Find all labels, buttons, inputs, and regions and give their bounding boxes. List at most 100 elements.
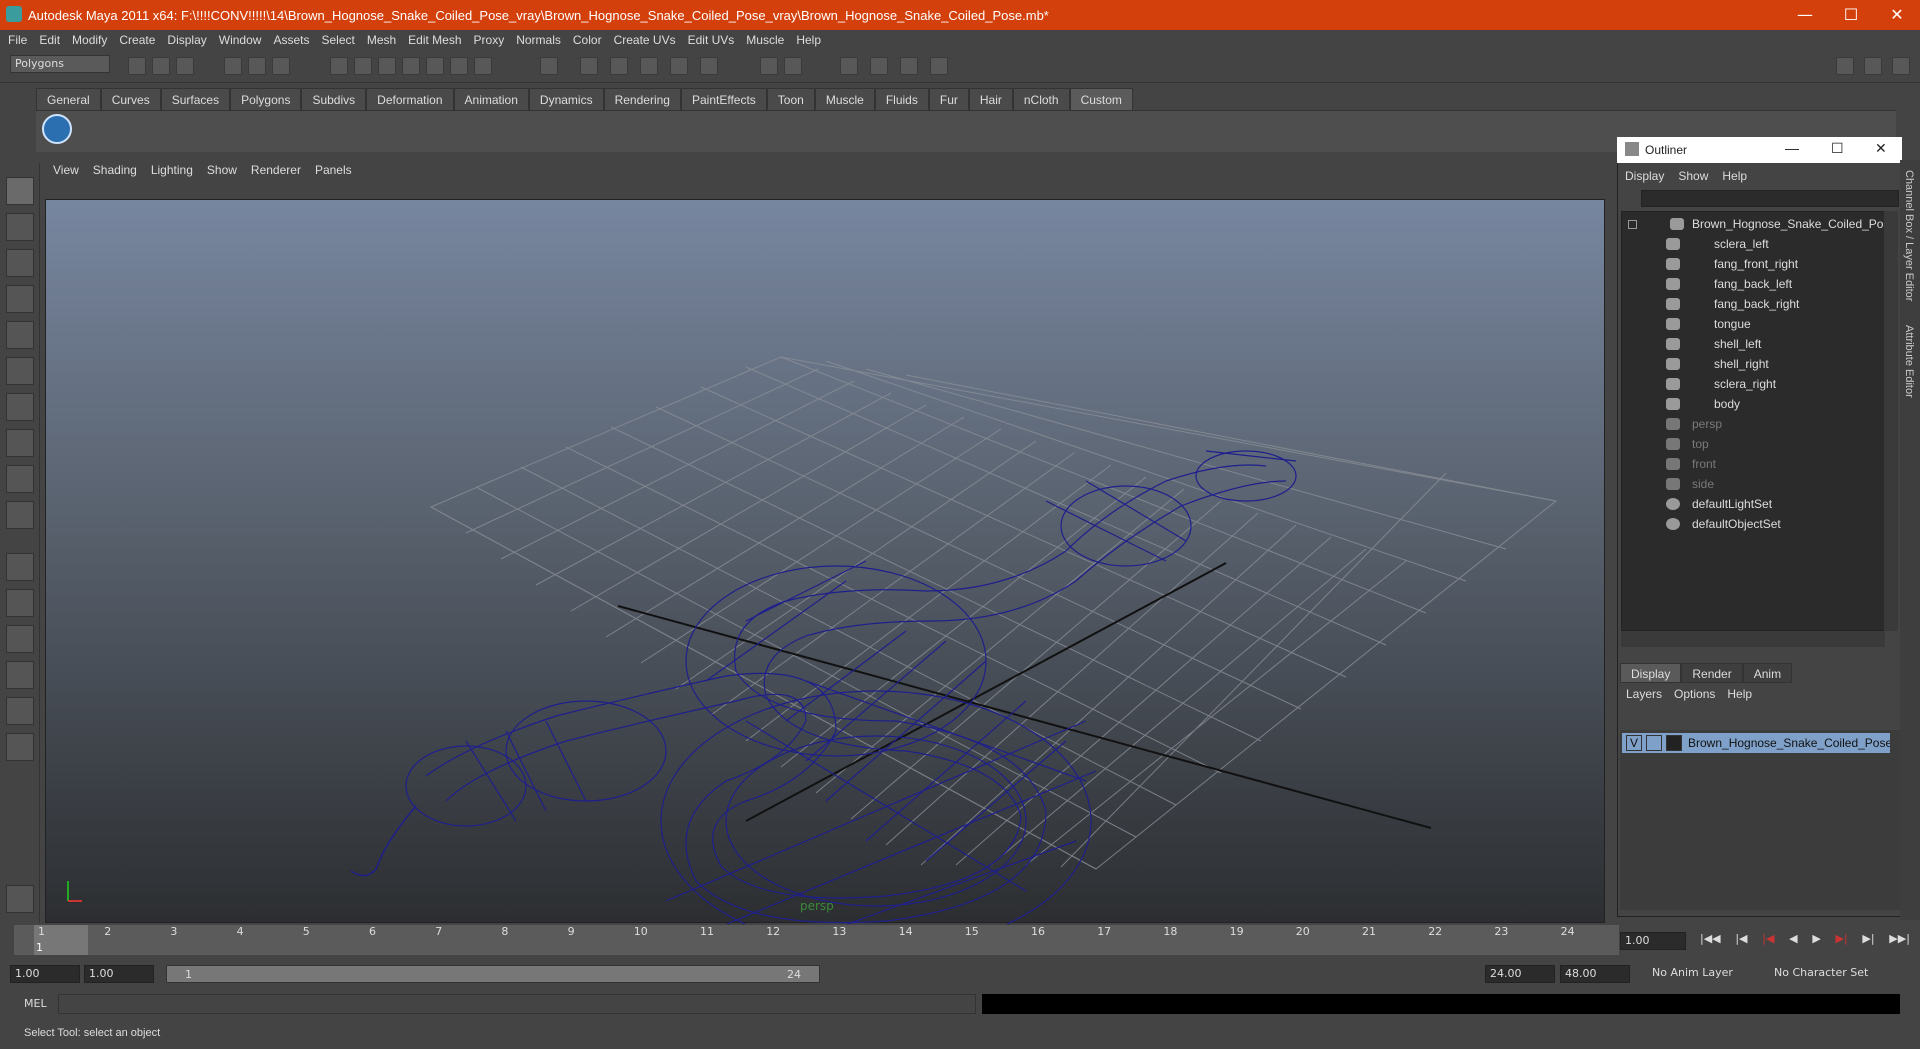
snap-curve-icon[interactable] [354, 57, 372, 75]
menu-edit[interactable]: Edit [39, 33, 60, 47]
channel-box-toggle-icon[interactable] [1836, 57, 1854, 75]
persp-outliner-layout-icon[interactable] [6, 625, 34, 653]
side-tab-attribute-editor[interactable]: Attribute Editor [1903, 325, 1915, 398]
snap-grid-icon[interactable] [330, 57, 348, 75]
outliner-vertical-scrollbar[interactable] [1884, 211, 1898, 631]
outliner-item[interactable]: defaultObjectSet [1622, 514, 1884, 534]
outliner-menu-help[interactable]: Help [1722, 169, 1747, 183]
mode-selector[interactable]: Polygons [10, 55, 110, 73]
layer-visibility-toggle[interactable]: V [1626, 735, 1642, 751]
outliner-minimize-button[interactable]: — [1785, 140, 1799, 156]
vp-menu-lighting[interactable]: Lighting [151, 163, 193, 177]
attribute-editor-toggle-icon[interactable] [1864, 57, 1882, 75]
outliner-item[interactable]: side [1622, 474, 1884, 494]
play-back-icon[interactable]: ◀ [1789, 932, 1797, 950]
new-scene-icon[interactable] [128, 57, 146, 75]
light-icon[interactable] [784, 57, 802, 75]
shelf-tab-ncloth[interactable]: nCloth [1012, 88, 1070, 110]
end-playback-field[interactable]: 24.00 [1485, 965, 1555, 983]
outliner-item[interactable]: shell_left [1622, 334, 1884, 354]
menu-normals[interactable]: Normals [516, 33, 561, 47]
outliner-item[interactable]: fang_back_left [1622, 274, 1884, 294]
select-component-icon[interactable] [272, 57, 290, 75]
menu-assets[interactable]: Assets [273, 33, 309, 47]
shelf-tab-fluids[interactable]: Fluids [874, 88, 929, 110]
four-pane-layout-icon[interactable] [6, 589, 34, 617]
single-pane-layout-icon[interactable] [6, 553, 34, 581]
shelf-tab-dynamics[interactable]: Dynamics [528, 88, 604, 110]
menu-file[interactable]: File [8, 33, 27, 47]
menu-create[interactable]: Create [119, 33, 155, 47]
step-forward-key-icon[interactable]: ▶| [1836, 932, 1848, 950]
layer-menu-options[interactable]: Options [1674, 687, 1715, 701]
history-icon[interactable] [450, 57, 468, 75]
select-object-icon[interactable] [248, 57, 266, 75]
outliner-menu-display[interactable]: Display [1625, 169, 1664, 183]
layout-options-icon[interactable] [6, 733, 34, 761]
show-manipulator-icon[interactable] [6, 465, 34, 493]
shelf-tab-toon[interactable]: Toon [766, 88, 815, 110]
vp-menu-panels[interactable]: Panels [315, 163, 352, 177]
menu-edit-uvs[interactable]: Edit UVs [688, 33, 735, 47]
menu-help[interactable]: Help [796, 33, 821, 47]
outliner-item[interactable]: shell_right [1622, 354, 1884, 374]
layer-color-swatch[interactable] [1666, 735, 1682, 751]
outliner-close-button[interactable]: ✕ [1875, 140, 1887, 157]
hypershade-icon[interactable] [700, 57, 718, 75]
outliner-item[interactable]: fang_back_right [1622, 294, 1884, 314]
shelf-tab-curves[interactable]: Curves [100, 88, 161, 110]
menu-create-uvs[interactable]: Create UVs [614, 33, 676, 47]
menu-display[interactable]: Display [167, 33, 206, 47]
shelf-tab-custom[interactable]: Custom [1069, 88, 1133, 110]
maya-feather-icon[interactable] [6, 885, 34, 913]
menu-muscle[interactable]: Muscle [746, 33, 784, 47]
viewport-persp[interactable] [45, 160, 1605, 924]
menu-window[interactable]: Window [219, 33, 262, 47]
vp-menu-view[interactable]: View [53, 163, 79, 177]
shelf-tab-general[interactable]: General [36, 88, 101, 110]
rotate-tool-icon[interactable] [6, 321, 34, 349]
close-button[interactable]: ✕ [1874, 0, 1920, 30]
menu-color[interactable]: Color [573, 33, 602, 47]
time-slider[interactable]: 1 [14, 925, 1619, 955]
open-scene-icon[interactable] [152, 57, 170, 75]
anim-layer-dropdown[interactable]: No Anim Layer [1648, 965, 1758, 983]
shelf-tab-muscle[interactable]: Muscle [814, 88, 875, 110]
outliner-item[interactable]: body [1622, 394, 1884, 414]
outliner-item[interactable]: defaultLightSet [1622, 494, 1884, 514]
maximize-button[interactable]: ☐ [1828, 0, 1874, 30]
menu-proxy[interactable]: Proxy [474, 33, 505, 47]
outliner-item[interactable]: sclera_right [1622, 374, 1884, 394]
step-back-icon[interactable]: |◀ [1735, 932, 1747, 950]
shelf-tab-subdivs[interactable]: Subdivs [301, 88, 367, 110]
soft-mod-tool-icon[interactable] [6, 429, 34, 457]
layer-row[interactable]: V Brown_Hognose_Snake_Coiled_Pose_layer [1622, 733, 1890, 753]
play-forward-icon[interactable]: ▶ [1812, 932, 1820, 950]
menu-mesh[interactable]: Mesh [367, 33, 396, 47]
current-time-field[interactable]: 1.00 [1620, 932, 1686, 950]
select-hierarchy-icon[interactable] [224, 57, 242, 75]
collapse-icon[interactable] [1628, 220, 1637, 229]
outliner-filter-input[interactable] [1641, 190, 1899, 207]
camera-icon[interactable] [760, 57, 778, 75]
lasso-tool-icon[interactable] [6, 213, 34, 241]
menu-edit-mesh[interactable]: Edit Mesh [408, 33, 461, 47]
shelf-tab-animation[interactable]: Animation [453, 88, 529, 110]
tab-anim[interactable]: Anim [1742, 663, 1793, 683]
move-tool-icon[interactable] [6, 285, 34, 313]
outliner-item[interactable]: Brown_Hognose_Snake_Coiled_Pose [1622, 214, 1884, 234]
tab-display[interactable]: Display [1620, 663, 1682, 683]
minimize-button[interactable]: — [1782, 0, 1828, 30]
graph-icon[interactable] [930, 57, 948, 75]
layer-menu-layers[interactable]: Layers [1626, 687, 1662, 701]
outliner-item[interactable]: tongue [1622, 314, 1884, 334]
vp-menu-renderer[interactable]: Renderer [251, 163, 301, 177]
render-frame-icon[interactable] [610, 57, 628, 75]
ipr-render-icon[interactable] [640, 57, 658, 75]
outliner-item[interactable]: top [1622, 434, 1884, 454]
script-icon[interactable] [900, 57, 918, 75]
side-tab-channel-box[interactable]: Channel Box / Layer Editor [1903, 170, 1915, 301]
render-settings-icon[interactable] [670, 57, 688, 75]
shelf-tab-fur[interactable]: Fur [928, 88, 969, 110]
go-to-end-icon[interactable]: ▶▶| [1889, 932, 1910, 950]
